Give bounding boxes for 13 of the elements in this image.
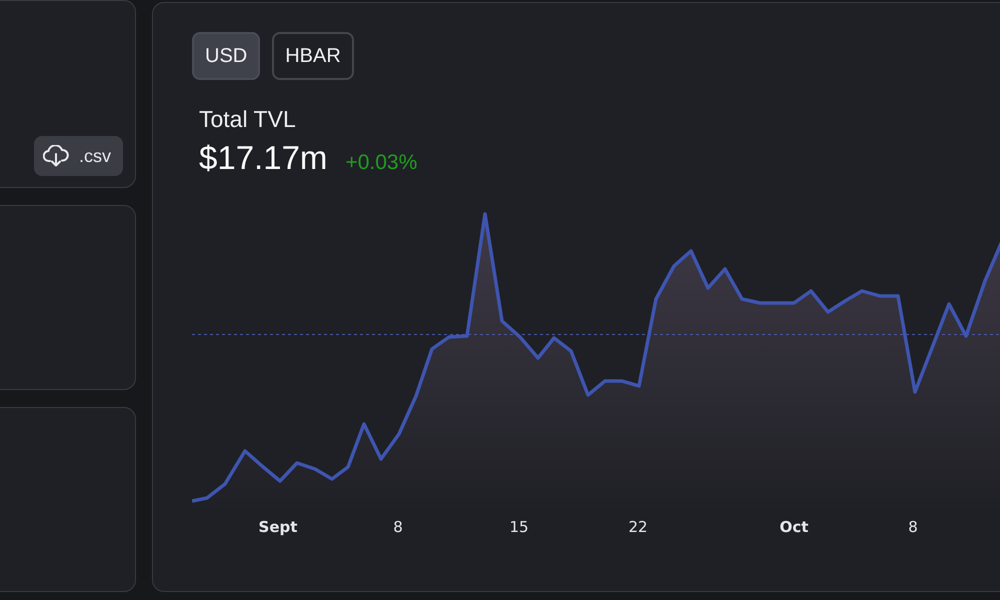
- change-percent: +0.03%: [345, 151, 418, 175]
- csv-download-button[interactable]: .csv: [34, 136, 123, 176]
- metric-value: $17.17m: [199, 139, 328, 177]
- x-axis-label: Oct: [780, 518, 808, 536]
- currency-toggle[interactable]: HBAR: [272, 32, 354, 80]
- x-axis-label: 8: [908, 518, 918, 536]
- x-axis-label: 8: [393, 518, 403, 536]
- x-axis-label: 22: [628, 518, 648, 536]
- metric-label: Total TVL: [199, 106, 296, 133]
- x-axis-label: Sept: [258, 518, 298, 536]
- x-axis-label: 15: [509, 518, 529, 536]
- cloud-download-icon: [42, 145, 69, 167]
- currency-toggle[interactable]: USD: [192, 32, 260, 80]
